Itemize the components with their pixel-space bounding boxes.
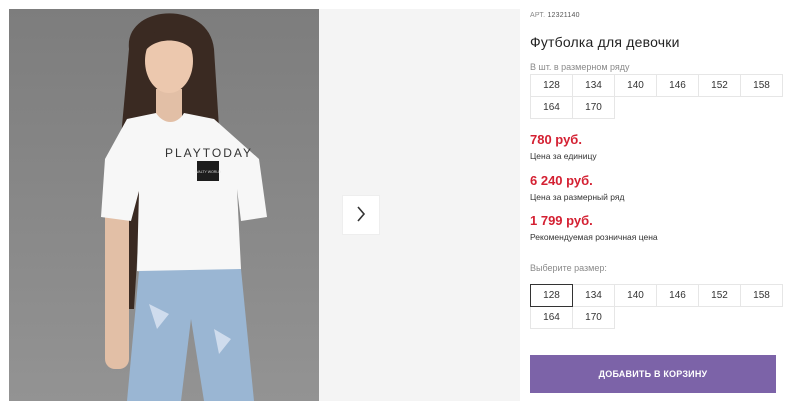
pack-size-cell: 134 xyxy=(572,74,615,97)
size-option-134[interactable]: 134 xyxy=(572,284,615,307)
product-info: АРТ. 12321140 Футболка для девочки В шт.… xyxy=(530,0,800,401)
add-to-cart-button[interactable]: ДОБАВИТЬ В КОРЗИНУ xyxy=(530,355,776,393)
article-label: АРТ. xyxy=(530,12,546,19)
product-title: Футболка для девочки xyxy=(530,34,680,50)
pack-sizes-grid: 128 134 140 146 152 158 164 170 xyxy=(530,74,783,119)
pack-size-cell: 158 xyxy=(740,74,783,97)
price-pack-note: Цена за размерный ряд xyxy=(530,192,625,202)
size-option-152[interactable]: 152 xyxy=(698,284,741,307)
shirt-badge-text: WALTY WORLD xyxy=(195,170,221,174)
shirt-brand-print: PLAYTODAY xyxy=(165,146,253,160)
size-option-140[interactable]: 140 xyxy=(614,284,657,307)
price-unit-note: Цена за единицу xyxy=(530,151,597,161)
pack-size-cell: 164 xyxy=(530,96,573,119)
product-photo: PLAYTODAY WALTY WORLD xyxy=(9,9,319,401)
pack-size-cell: 140 xyxy=(614,74,657,97)
size-selector: 128 134 140 146 152 158 164 170 xyxy=(530,284,783,329)
price-unit: 780 руб. xyxy=(530,132,582,147)
chevron-right-icon xyxy=(356,205,366,225)
article-number: АРТ. 12321140 xyxy=(530,12,580,19)
size-option-128[interactable]: 128 xyxy=(530,284,573,307)
pack-size-cell: 128 xyxy=(530,74,573,97)
pack-sizes-label: В шт. в размерном ряду xyxy=(530,62,630,72)
size-option-164[interactable]: 164 xyxy=(530,306,573,329)
price-rrp: 1 799 руб. xyxy=(530,213,593,228)
size-option-158[interactable]: 158 xyxy=(740,284,783,307)
price-pack: 6 240 руб. xyxy=(530,173,593,188)
size-option-146[interactable]: 146 xyxy=(656,284,699,307)
price-rrp-note: Рекомендуемая розничная цена xyxy=(530,232,658,242)
pack-size-cell: 152 xyxy=(698,74,741,97)
pack-size-cell: 146 xyxy=(656,74,699,97)
article-value: 12321140 xyxy=(547,12,580,19)
pack-size-cell: 170 xyxy=(572,96,615,119)
next-image-button[interactable] xyxy=(343,196,379,234)
choose-size-label: Выберите размер: xyxy=(530,263,607,273)
size-option-170[interactable]: 170 xyxy=(572,306,615,329)
product-photo-illustration: PLAYTODAY WALTY WORLD xyxy=(101,13,267,401)
product-gallery: PLAYTODAY WALTY WORLD xyxy=(0,0,520,401)
